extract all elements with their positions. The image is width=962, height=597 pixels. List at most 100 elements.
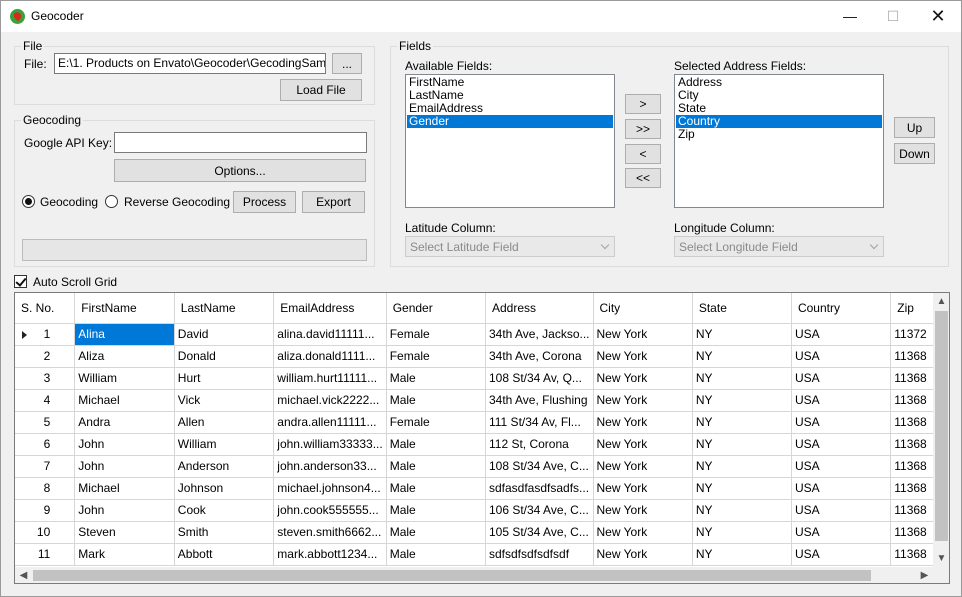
move-all-right-button[interactable]: >> [625,119,661,139]
table-cell[interactable]: Hurt [174,367,275,390]
list-item[interactable]: Address [676,76,882,89]
table-cell[interactable]: William [74,367,175,390]
table-row[interactable]: 5 Andra Allen andra.allen11111... Female 111 … [15,411,949,434]
column-header[interactable]: State [692,293,792,324]
available-fields-list[interactable]: FirstName LastName EmailAddress Gender [405,74,615,208]
reverse-geocoding-radio-label[interactable]: Reverse Geocoding [124,195,230,209]
table-cell[interactable]: USA [791,477,892,500]
table-cell[interactable]: 34th Ave, Corona [485,345,594,368]
move-all-left-button[interactable]: << [625,168,661,188]
table-cell[interactable]: John [74,455,175,478]
table-cell[interactable]: Andra [74,411,175,434]
table-row[interactable]: 7 John Anderson john.anderson33... Male 108 S… [15,455,949,478]
table-cell[interactable]: Male [386,477,486,500]
process-button[interactable]: Process [233,191,296,213]
table-cell[interactable]: USA [791,521,892,544]
auto-scroll-checkbox[interactable] [14,275,27,288]
browse-button[interactable]: ... [332,53,362,74]
table-cell[interactable]: Johnson [174,477,275,500]
table-cell[interactable]: Male [386,499,486,522]
table-row[interactable]: 1 Alina David alina.david11111... Female 34th… [15,323,949,346]
table-cell[interactable]: alina.david11111... [273,323,387,346]
table-cell[interactable]: Female [386,345,486,368]
vertical-scroll-thumb[interactable] [935,311,948,541]
table-cell[interactable]: Michael [74,477,175,500]
table-row[interactable]: 6 John William john.william33333... Male 112 … [15,433,949,456]
vertical-scrollbar[interactable]: ▲ ▼ [933,293,949,567]
table-cell[interactable]: 111 St/34 Av, Fl... [485,411,594,434]
latitude-select[interactable]: Select Latitude Field [405,236,615,257]
table-cell[interactable]: 34th Ave, Flushing [485,389,594,412]
load-file-button[interactable]: Load File [280,79,362,101]
table-cell[interactable]: michael.vick2222... [273,389,387,412]
scroll-left-icon[interactable]: ◀ [15,567,32,583]
table-cell[interactable]: 112 St, Corona [485,433,594,456]
table-cell[interactable]: 108 St/34 Av, Q... [485,367,594,390]
table-cell[interactable]: Steven [74,521,175,544]
table-row[interactable]: 8 Michael Johnson michael.johnson4... Male sd… [15,477,949,500]
table-cell[interactable]: john.william33333... [273,433,387,456]
table-cell[interactable]: New York [593,367,693,390]
table-cell[interactable]: William [174,433,275,456]
table-cell[interactable]: NY [692,389,792,412]
table-cell[interactable]: andra.allen11111... [273,411,387,434]
table-cell[interactable]: USA [791,499,892,522]
table-cell[interactable]: New York [593,455,693,478]
table-cell[interactable]: john.anderson33... [273,455,387,478]
table-cell[interactable]: Smith [174,521,275,544]
row-number-cell[interactable]: 10 [15,521,76,544]
column-header[interactable]: Address [485,293,594,324]
table-cell[interactable]: New York [593,477,693,500]
table-cell[interactable]: Alina [74,323,175,346]
horizontal-scroll-thumb[interactable] [33,570,871,581]
horizontal-scrollbar[interactable]: ◀ ▶ [15,567,933,583]
table-cell[interactable]: Allen [174,411,275,434]
list-item-selected[interactable]: Country [676,115,882,128]
table-cell[interactable]: New York [593,433,693,456]
close-button[interactable]: ✕ [915,1,961,32]
selected-fields-list[interactable]: Address City State Country Zip [674,74,884,208]
data-grid[interactable]: S. No. FirstName LastName EmailAddress G… [14,292,950,584]
list-item[interactable]: Zip [676,128,882,141]
column-header[interactable]: S. No. [15,293,76,324]
table-cell[interactable]: Female [386,323,486,346]
api-key-input[interactable] [114,132,367,153]
table-cell[interactable]: NY [692,367,792,390]
export-button[interactable]: Export [302,191,365,213]
longitude-select[interactable]: Select Longitude Field [674,236,884,257]
table-cell[interactable]: Aliza [74,345,175,368]
table-cell[interactable]: michael.johnson4... [273,477,387,500]
column-header[interactable]: City [593,293,693,324]
table-row[interactable]: 3 William Hurt william.hurt11111... Male 108 … [15,367,949,390]
minimize-button[interactable]: — [827,1,873,32]
table-cell[interactable]: USA [791,389,892,412]
list-item[interactable]: City [676,89,882,102]
row-number-cell[interactable]: 8 [15,477,76,500]
table-cell[interactable]: New York [593,411,693,434]
options-button[interactable]: Options... [114,159,366,182]
table-cell[interactable]: mark.abbott1234... [273,543,387,566]
table-cell[interactable]: Abbott [174,543,275,566]
table-cell[interactable]: Cook [174,499,275,522]
column-header[interactable]: Country [791,293,892,324]
table-cell[interactable]: Vick [174,389,275,412]
table-cell[interactable]: Male [386,433,486,456]
table-cell[interactable]: USA [791,367,892,390]
table-row[interactable]: 4 Michael Vick michael.vick2222... Male 34th … [15,389,949,412]
table-cell[interactable]: NY [692,521,792,544]
table-cell[interactable]: David [174,323,275,346]
table-cell[interactable]: steven.smith6662... [273,521,387,544]
reverse-geocoding-radio[interactable] [105,195,118,208]
row-number-cell[interactable]: 11 [15,543,76,566]
geocoding-radio-label[interactable]: Geocoding [40,195,98,209]
table-cell[interactable]: Male [386,521,486,544]
row-number-cell[interactable]: 4 [15,389,76,412]
table-cell[interactable]: NY [692,433,792,456]
up-button[interactable]: Up [894,117,935,138]
table-cell[interactable]: New York [593,345,693,368]
table-row[interactable]: 9 John Cook john.cook555555... Male 106 St/34… [15,499,949,522]
table-cell[interactable]: 105 St/34 Ave, C... [485,521,594,544]
table-cell[interactable]: 106 St/34 Ave, C... [485,499,594,522]
table-cell[interactable]: Male [386,455,486,478]
row-number-cell[interactable]: 6 [15,433,76,456]
